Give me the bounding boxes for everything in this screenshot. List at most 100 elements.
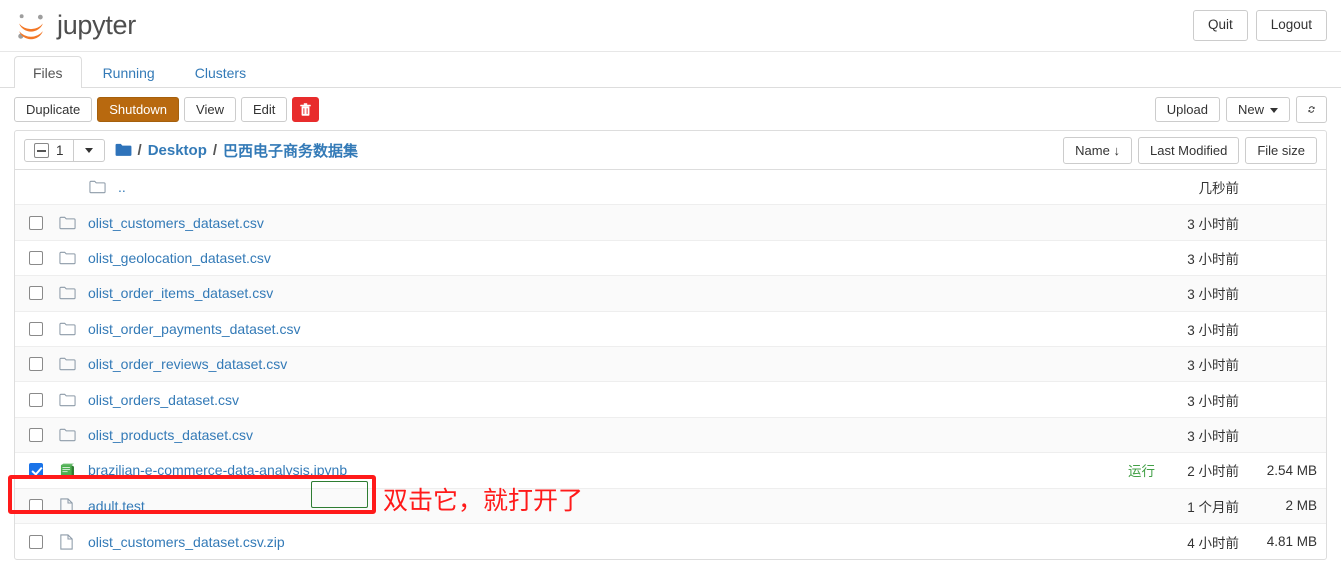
file-row[interactable]: olist_customers_dataset.csv.zip 4 小时前 4.81… [15, 524, 1326, 559]
file-row[interactable]: olist_customers_dataset.csv 3 小时前 [15, 205, 1326, 241]
file-row[interactable]: olist_order_reviews_dataset.csv 3 小时前 [15, 346, 1326, 383]
file-name-link[interactable]: .. [115, 179, 1165, 195]
tab-files[interactable]: Files [14, 56, 82, 88]
file-checkbox[interactable] [29, 215, 43, 230]
refresh-button[interactable] [1296, 96, 1327, 123]
file-row[interactable]: olist_order_items_dataset.csv 3 小时前 [15, 276, 1326, 312]
selected-count: 1 [56, 142, 64, 158]
file-type-icon-cell [59, 322, 85, 336]
breadcrumb-item-desktop[interactable]: Desktop [148, 142, 207, 159]
trash-icon [300, 102, 312, 116]
select-all-control: 1 [24, 138, 105, 162]
file-checkbox[interactable] [29, 392, 43, 407]
folder-icon [59, 357, 76, 371]
file-row[interactable]: olist_geolocation_dataset.csv 3 小时前 [15, 241, 1326, 277]
file-row[interactable]: olist_orders_dataset.csv 3 小时前 [15, 382, 1326, 418]
file-modified-time: 几秒前 [1198, 181, 1240, 197]
checkbox-cell [29, 498, 59, 513]
file-row[interactable]: brazilian-e-commerce-data-analysis.ipynb… [15, 453, 1326, 489]
file-type-icon-cell [59, 251, 85, 265]
file-list: .. 几秒前 olist_customers_dataset.csv 3 小时前 oli… [15, 170, 1326, 559]
jupyter-wordmark: jupyter [57, 10, 136, 40]
main-tabs: Files Running Clusters [0, 52, 1341, 88]
file-type-icon-cell [59, 216, 85, 230]
file-checkbox[interactable] [29, 357, 43, 372]
chevron-down-icon [1270, 107, 1278, 113]
file-checkbox[interactable] [29, 427, 43, 442]
checkbox-cell [29, 534, 59, 549]
file-modified-time: 3 小时前 [1187, 322, 1239, 338]
sort-by-size-button[interactable]: File size [1245, 136, 1317, 164]
jupyter-logo-icon [18, 13, 43, 39]
file-row[interactable]: olist_order_payments_dataset.csv 3 小时前 [15, 312, 1326, 347]
tab-clusters[interactable]: Clusters [176, 56, 265, 88]
folder-icon [59, 393, 76, 406]
file-name-link[interactable]: olist_order_reviews_dataset.csv [85, 356, 1165, 372]
folder-icon [59, 322, 76, 335]
file-name-link[interactable]: adult.test [85, 498, 1165, 514]
file-checkbox[interactable] [29, 498, 43, 513]
file-type-icon-cell [59, 498, 85, 514]
file-list-toolbar: 1 / Desktop / 巴西电子商务数据集 Name ↓ Last Modi… [15, 131, 1326, 170]
logout-button[interactable]: Logout [1255, 10, 1327, 41]
app-header: jupyter Quit Logout [0, 0, 1341, 52]
file-type-icon-cell [59, 357, 85, 371]
select-dropdown-button[interactable] [73, 138, 105, 162]
select-all-button[interactable]: 1 [24, 138, 74, 162]
running-status-badge: 运行 [1128, 464, 1155, 480]
file-name-link[interactable]: olist_order_items_dataset.csv [85, 285, 1165, 301]
jupyter-logo[interactable]: jupyter [14, 9, 136, 43]
sort-name-label: Name [1075, 142, 1110, 158]
file-row[interactable]: .. 几秒前 [15, 170, 1326, 206]
notebook-icon [60, 463, 74, 478]
delete-button[interactable] [292, 97, 320, 122]
upload-button[interactable]: Upload [1154, 96, 1220, 123]
file-row[interactable]: adult.test 1 个月前 2 MB [15, 488, 1326, 524]
checkbox-cell [29, 463, 59, 478]
file-checkbox[interactable] [29, 250, 43, 265]
breadcrumb-item-current[interactable]: 巴西电子商务数据集 [223, 140, 358, 161]
shutdown-button[interactable]: Shutdown [97, 96, 180, 123]
action-bar: Duplicate Shutdown View Edit Upload New [0, 88, 1341, 130]
file-modified-time: 3 小时前 [1187, 358, 1239, 374]
file-type-icon-cell [59, 393, 85, 407]
header-actions: Quit Logout [1192, 10, 1327, 41]
sort-direction-icon: ↓ [1113, 142, 1120, 158]
file-modified-time: 2 小时前 [1187, 464, 1239, 480]
sort-by-name-button[interactable]: Name ↓ [1063, 136, 1132, 164]
new-label: New [1237, 101, 1264, 117]
file-name-link[interactable]: olist_customers_dataset.csv.zip [85, 534, 1165, 550]
breadcrumb: / Desktop / 巴西电子商务数据集 [115, 140, 358, 161]
view-button[interactable]: View [184, 96, 236, 123]
checkbox-cell [29, 215, 59, 230]
file-modified-time: 1 个月前 [1187, 499, 1239, 515]
checkbox-cell [29, 427, 59, 442]
file-name-link[interactable]: olist_geolocation_dataset.csv [85, 250, 1165, 266]
file-size: 2.54 MB [1266, 462, 1317, 478]
file-checkbox[interactable] [29, 534, 43, 549]
file-name-link[interactable]: olist_orders_dataset.csv [85, 392, 1165, 408]
file-checkbox[interactable] [29, 463, 43, 478]
sort-by-modified-button[interactable]: Last Modified [1137, 136, 1240, 164]
file-name-link[interactable]: olist_products_dataset.csv [85, 427, 1165, 443]
duplicate-button[interactable]: Duplicate [14, 96, 93, 123]
edit-button[interactable]: Edit [240, 96, 288, 123]
folder-icon [59, 428, 76, 442]
checkbox-cell [29, 357, 59, 372]
folder-icon[interactable] [115, 143, 132, 157]
new-dropdown-button[interactable]: New [1225, 96, 1290, 123]
file-modified-time: 3 小时前 [1187, 287, 1239, 303]
chevron-down-icon [84, 147, 93, 153]
sort-controls: Name ↓ Last Modified File size [1063, 136, 1317, 164]
file-checkbox[interactable] [29, 286, 43, 301]
tab-running[interactable]: Running [84, 56, 174, 88]
file-row[interactable]: olist_products_dataset.csv 3 小时前 [15, 417, 1326, 454]
indeterminate-checkbox-icon[interactable] [34, 142, 49, 158]
file-checkbox[interactable] [29, 321, 43, 336]
quit-button[interactable]: Quit [1192, 10, 1248, 41]
file-type-icon-cell [59, 286, 85, 300]
file-type-icon-cell [59, 534, 85, 550]
file-name-link[interactable]: olist_order_payments_dataset.csv [85, 321, 1165, 337]
file-name-link[interactable]: olist_customers_dataset.csv [85, 215, 1165, 231]
file-name-link[interactable]: brazilian-e-commerce-data-analysis.ipynb [85, 462, 1128, 478]
